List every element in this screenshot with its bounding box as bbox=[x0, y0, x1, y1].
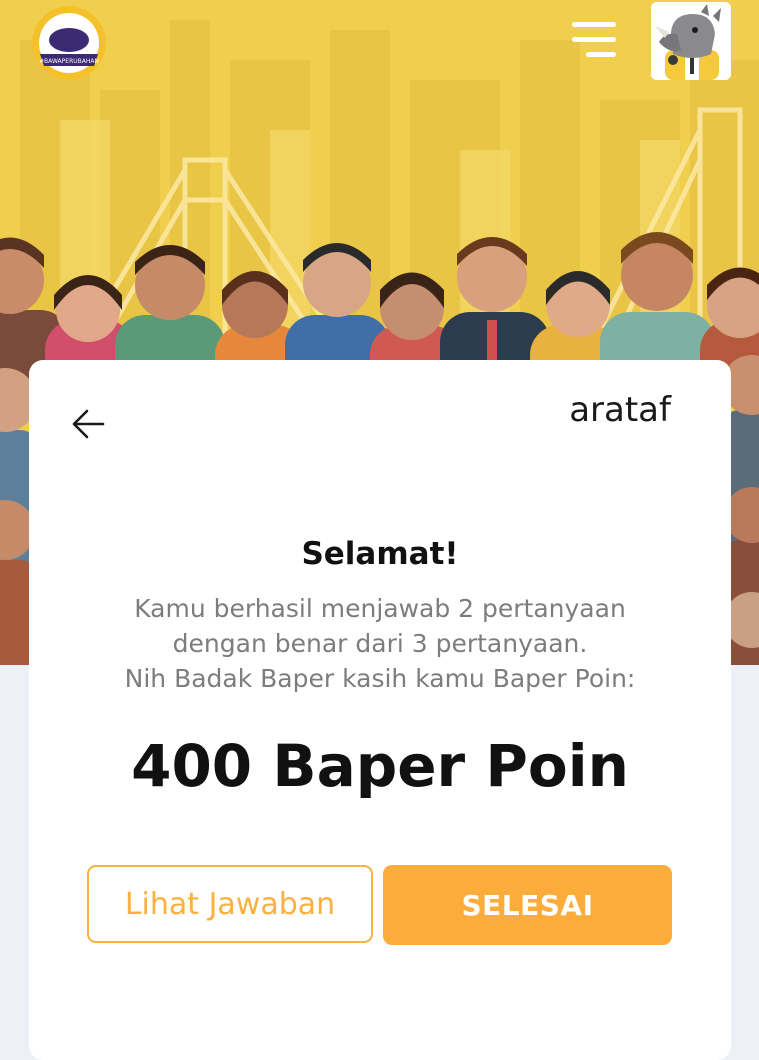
logo-tagline: #BAWAPERUBAHAN bbox=[39, 58, 99, 65]
message-line: Kamu berhasil menjawab 2 pertanyaan bbox=[134, 594, 626, 623]
hamburger-menu-icon[interactable] bbox=[566, 18, 622, 62]
back-arrow-icon[interactable] bbox=[69, 404, 109, 444]
congratulations-title: Selamat! bbox=[301, 536, 459, 572]
points-earned: 400 Baper Poin bbox=[131, 732, 629, 800]
result-message: Kamu berhasil menjawab 2 pertanyaan deng… bbox=[29, 591, 731, 696]
rhino-mascot-icon bbox=[651, 2, 731, 80]
badak-logo-icon: #BAWAPERUBAHAN bbox=[32, 6, 106, 80]
result-card: arataf Selamat! Kamu berhasil menjawab 2… bbox=[29, 360, 731, 1060]
message-line: Nih Badak Baper kasih kamu Baper Poin: bbox=[124, 664, 636, 693]
avatar[interactable] bbox=[651, 2, 731, 80]
view-answers-button[interactable]: Lihat Jawaban bbox=[87, 865, 373, 943]
finish-button[interactable]: SELESAI bbox=[383, 865, 672, 945]
club-logo[interactable]: #BAWAPERUBAHAN bbox=[28, 4, 110, 82]
message-line: dengan benar dari 3 pertanyaan. bbox=[172, 629, 588, 658]
username-label: arataf bbox=[569, 390, 671, 430]
